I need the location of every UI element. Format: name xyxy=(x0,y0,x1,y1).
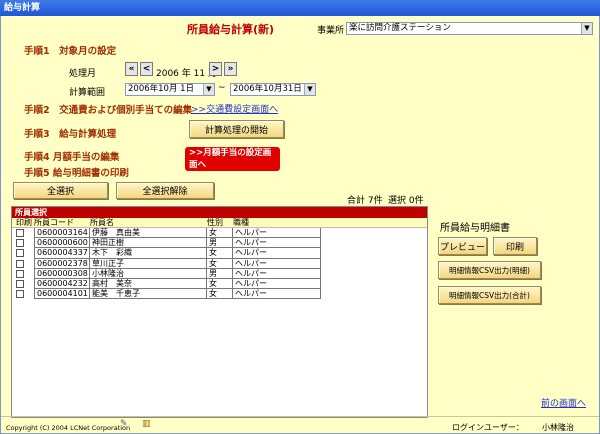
chart-icon[interactable]: ▥ xyxy=(142,419,151,429)
row-code: 0600004232 xyxy=(34,278,90,290)
print-checkbox[interactable] xyxy=(16,229,24,237)
payslip-heading: 所員給与明細書 xyxy=(440,223,510,234)
table-row[interactable]: 0600004337 木下 彩織 女 ヘルパー xyxy=(12,248,427,259)
chevron-down-icon[interactable]: ▼ xyxy=(581,23,592,34)
row-job: ヘルパー xyxy=(233,278,321,290)
row-code: 0600004337 xyxy=(34,248,90,259)
row-name: 高村 美奈 xyxy=(90,278,207,290)
row-sex: 女 xyxy=(207,248,233,259)
page-title: 所員給与計算(新) xyxy=(187,23,275,36)
range-end-value: 2006年10月31日 xyxy=(233,84,302,94)
selected-count: 選択 0件 xyxy=(388,196,424,206)
window-titlebar: 給与計算 xyxy=(0,0,600,16)
range-separator: ~ xyxy=(218,83,226,93)
row-name: 草川正子 xyxy=(90,258,207,269)
table-row[interactable]: 0600002378 草川正子 女 ヘルパー xyxy=(12,258,427,269)
row-code: 0600000308 xyxy=(34,268,90,279)
table-row[interactable]: 0600000600 神田正樹 男 ヘルパー xyxy=(12,238,427,249)
step4-heading: 手順4 月額手当の編集 xyxy=(24,152,120,163)
start-calculation-button[interactable]: 計算処理の開始 xyxy=(189,120,284,138)
row-code: 0600000600 xyxy=(34,238,90,249)
monthly-allowance-link[interactable]: >>月額手当の設定画面へ xyxy=(185,147,280,171)
transport-settings-link[interactable]: >>交通費設定画面へ xyxy=(191,102,278,115)
print-checkbox[interactable] xyxy=(16,279,24,288)
col-name: 所員名 xyxy=(90,218,114,227)
step2-heading: 手順2 交通費および個別手当ての編集 xyxy=(24,105,193,116)
row-job: ヘルパー xyxy=(233,289,321,300)
month-label: 処理月 xyxy=(69,69,97,79)
row-name: 伊藤 真由美 xyxy=(90,228,207,239)
next-month-button[interactable]: > xyxy=(209,62,222,76)
csv-total-button[interactable]: 明細情報CSV出力(合計) xyxy=(438,286,541,304)
step5-heading: 手順5 給与明細書の印刷 xyxy=(24,168,129,179)
select-all-button[interactable]: 全選択 xyxy=(13,182,108,199)
office-select-value: 楽に訪問介護ステーション xyxy=(349,23,451,33)
col-job: 職種 xyxy=(233,218,249,227)
window-title: 給与計算 xyxy=(4,3,41,13)
grid-title: 所員選択 xyxy=(12,207,427,218)
login-label: ログインユーザー： xyxy=(452,423,524,432)
main-window: 所員給与計算(新) 事業所 楽に訪問介護ステーション ▼ 手順1 対象月の設定 … xyxy=(0,16,600,434)
row-job: ヘルパー xyxy=(233,268,321,279)
row-name: 木下 彩織 xyxy=(90,248,207,259)
total-count: 合計 7件 xyxy=(347,196,383,206)
csv-detail-button[interactable]: 明細情報CSV出力(明細) xyxy=(438,261,541,279)
range-end-select[interactable]: 2006年10月31日 ▼ xyxy=(230,83,316,96)
first-month-button[interactable]: « xyxy=(125,62,138,76)
row-name: 能美 千恵子 xyxy=(90,289,207,300)
pen-icon[interactable]: ✎ xyxy=(120,419,128,429)
col-print: 印刷 xyxy=(16,218,32,227)
step3-heading: 手順3 給与計算処理 xyxy=(24,129,117,140)
step1-heading: 手順1 対象月の設定 xyxy=(24,46,117,57)
row-sex: 女 xyxy=(207,258,233,269)
row-job: ヘルパー xyxy=(233,258,321,269)
month-value: 2006 年 11 月 xyxy=(156,69,217,79)
row-name: 神田正樹 xyxy=(90,238,207,249)
table-row[interactable]: 0600004232 高村 美奈 女 ヘルパー xyxy=(12,278,427,290)
range-start-value: 2006年10月 1日 xyxy=(128,84,195,94)
login-user: 小林隆治 xyxy=(542,423,574,432)
table-row[interactable]: 0600003164 伊藤 真由美 女 ヘルパー xyxy=(12,228,427,239)
prev-month-button[interactable]: < xyxy=(140,62,153,76)
chevron-down-icon[interactable]: ▼ xyxy=(203,84,214,95)
row-name: 小林隆治 xyxy=(90,268,207,279)
deselect-all-button[interactable]: 全選択解除 xyxy=(116,182,214,199)
row-sex: 男 xyxy=(207,268,233,279)
col-sex: 性別 xyxy=(207,218,223,227)
print-checkbox[interactable] xyxy=(16,249,24,258)
col-code: 所員コード xyxy=(34,218,74,227)
back-link[interactable]: 前の画面へ xyxy=(541,396,586,409)
grid-header: 印刷 所員コード 所員名 性別 職種 xyxy=(12,218,427,228)
row-job: ヘルパー xyxy=(233,228,321,239)
row-sex: 女 xyxy=(207,289,233,300)
chevron-down-icon[interactable]: ▼ xyxy=(304,84,315,95)
range-label: 計算範囲 xyxy=(69,88,106,98)
print-checkbox[interactable] xyxy=(16,269,24,278)
table-row[interactable]: 0600000308 小林隆治 男 ヘルパー xyxy=(12,268,427,279)
staff-grid: 所員選択 印刷 所員コード 所員名 性別 職種 0600003164 伊藤 真由… xyxy=(11,206,428,418)
preview-button[interactable]: プレビュー xyxy=(438,237,487,255)
pointer-cursor-icon: ☝ xyxy=(248,154,255,165)
print-checkbox[interactable] xyxy=(16,290,24,299)
row-sex: 女 xyxy=(207,278,233,290)
office-select[interactable]: 楽に訪問介護ステーション ▼ xyxy=(346,22,593,35)
print-checkbox[interactable] xyxy=(16,259,24,268)
row-sex: 男 xyxy=(207,238,233,249)
row-sex: 女 xyxy=(207,228,233,239)
footer-divider xyxy=(1,416,599,417)
print-checkbox[interactable] xyxy=(16,239,24,248)
table-row[interactable]: 0600004101 能美 千恵子 女 ヘルパー xyxy=(12,289,427,300)
row-job: ヘルパー xyxy=(233,238,321,249)
print-button[interactable]: 印刷 xyxy=(493,237,537,255)
copyright-text: Copyright (C) 2004 LCNet Corporation xyxy=(6,424,131,432)
range-start-select[interactable]: 2006年10月 1日 ▼ xyxy=(125,83,215,96)
row-code: 0600004101 xyxy=(34,289,90,300)
row-job: ヘルパー xyxy=(233,248,321,259)
last-month-button[interactable]: » xyxy=(224,62,237,76)
row-code: 0600003164 xyxy=(34,228,90,239)
office-label: 事業所 xyxy=(317,26,345,36)
row-code: 0600002378 xyxy=(34,258,90,269)
